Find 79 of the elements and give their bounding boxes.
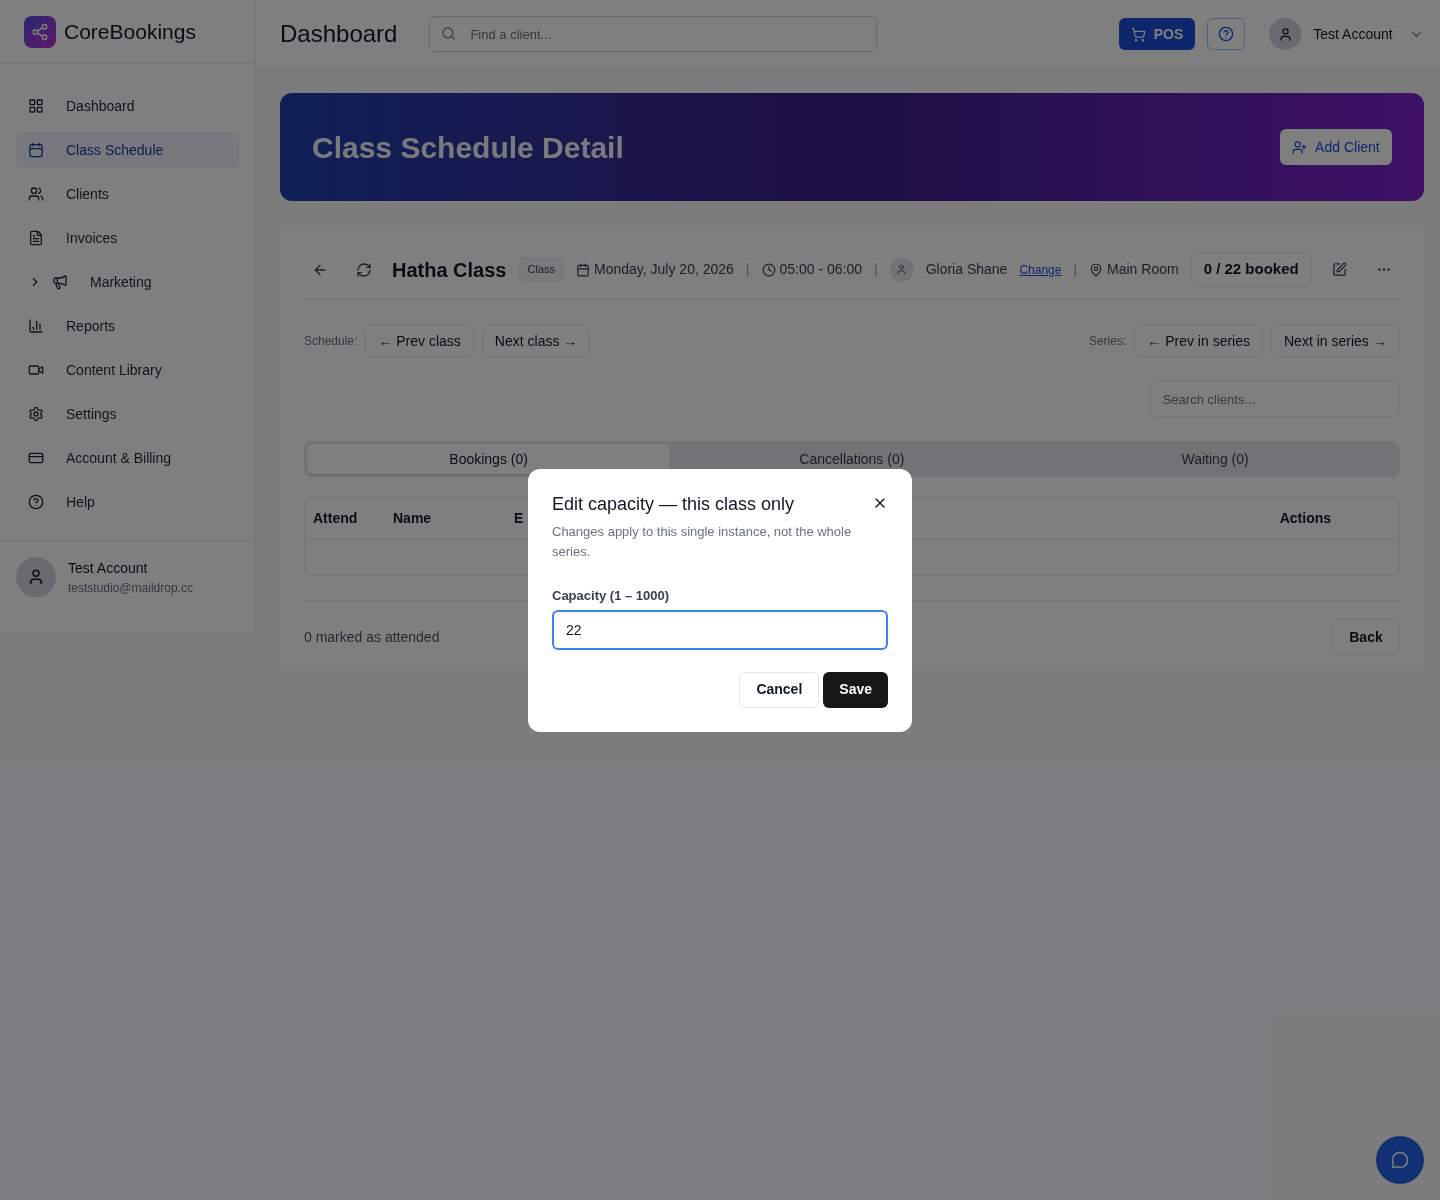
- next-in-series-button[interactable]: Next in series →: [1271, 325, 1400, 357]
- sidebar-item[interactable]: Help: [16, 484, 239, 520]
- account-menu[interactable]: Test Account: [1313, 23, 1424, 45]
- change-link[interactable]: Change: [1019, 260, 1062, 279]
- column-header: Attend: [313, 508, 359, 528]
- calendar-icon: [28, 142, 44, 158]
- booked-count: 0 / 22 booked: [1190, 252, 1312, 287]
- bar-chart-icon: [28, 318, 44, 334]
- tab[interactable]: Waiting (0): [1033, 444, 1397, 474]
- capacity-label: Capacity (1 – 1000): [552, 587, 671, 605]
- tab[interactable]: Cancellations (0): [670, 444, 1034, 474]
- video-camera-icon: [28, 362, 44, 378]
- user-email: teststudio@maildrop.cc: [68, 579, 193, 597]
- column-header: E: [514, 508, 525, 528]
- edit-icon: [1332, 262, 1348, 277]
- sidebar-item[interactable]: Clients: [16, 176, 239, 212]
- instructor-avatar-icon: [889, 257, 914, 282]
- class-name: Hatha Class: [392, 257, 507, 283]
- column-header: Name: [393, 508, 433, 528]
- users-icon: [28, 186, 44, 202]
- avatar-icon: [16, 557, 56, 597]
- sidebar-item[interactable]: Invoices: [16, 220, 239, 256]
- dialog-description: Changes apply to this single instance, not the whole series.: [552, 523, 853, 561]
- search-field[interactable]: Find a client...: [429, 16, 878, 52]
- class-date: Monday, July 20, 2026: [594, 260, 734, 279]
- sidebar-item[interactable]: Marketing: [16, 264, 239, 300]
- room-name: Main Room: [1107, 260, 1179, 279]
- refresh-icon: [356, 261, 372, 278]
- sidebar-item[interactable]: Settings: [16, 396, 239, 432]
- pos-button[interactable]: POS: [1118, 18, 1196, 50]
- back-button[interactable]: Back: [1332, 619, 1400, 655]
- search-icon: [441, 26, 457, 41]
- help-icon: [1218, 26, 1235, 42]
- sidebar-item[interactable]: Content Library: [16, 352, 239, 388]
- help-icon: [28, 494, 44, 510]
- next-class-button[interactable]: Next class →: [481, 325, 591, 357]
- settings-icon: [28, 406, 44, 422]
- grid-icon: [28, 98, 44, 114]
- sidebar-item[interactable]: Reports: [16, 308, 239, 344]
- user-name: Test Account: [68, 558, 149, 578]
- chat-icon: [1391, 1151, 1409, 1169]
- avatar-icon[interactable]: [1269, 18, 1302, 50]
- sidebar-item[interactable]: Account & Billing: [16, 440, 239, 476]
- column-header: Actions: [1279, 508, 1333, 528]
- megaphone-icon: [52, 274, 68, 290]
- cart-icon: [1130, 26, 1146, 42]
- help-button[interactable]: [1207, 18, 1246, 50]
- chat-button[interactable]: [1376, 1136, 1424, 1184]
- brand-name: CoreBookings: [64, 18, 196, 45]
- class-time: 05:00 - 06:00: [779, 260, 862, 279]
- prev-in-series-button[interactable]: ← Prev in series: [1134, 325, 1263, 357]
- tab[interactable]: Bookings (0): [307, 444, 671, 474]
- dialog-title: Edit capacity — this class only: [552, 493, 795, 516]
- logo-icon: [24, 15, 56, 48]
- schedule-label: Schedule:: [304, 333, 358, 350]
- series-label: Series:: [1088, 333, 1127, 350]
- cancel-button[interactable]: Cancel: [739, 671, 820, 708]
- sidebar-item[interactable]: Class Schedule: [16, 132, 239, 168]
- instructor-name: Gloria Shane: [925, 260, 1008, 279]
- calendar-icon: [576, 262, 590, 277]
- capacity-field[interactable]: 22: [552, 609, 888, 650]
- separator: |: [745, 260, 750, 279]
- attended-count: 0 marked as attended: [304, 627, 440, 647]
- document-icon: [28, 230, 44, 246]
- save-button[interactable]: Save: [823, 671, 888, 708]
- credit-card-icon: [28, 450, 44, 466]
- page-title: Dashboard: [280, 19, 398, 49]
- sidebar-item[interactable]: Dashboard: [16, 88, 239, 124]
- class-type-tag: Class: [518, 258, 564, 281]
- separator: |: [874, 260, 878, 279]
- location-pin-icon: [1089, 262, 1104, 277]
- add-user-icon: [1292, 139, 1308, 155]
- client-search-field[interactable]: Search clients...: [1149, 381, 1400, 417]
- add-client-button[interactable]: Add Client: [1280, 129, 1392, 165]
- more-icon: [1377, 268, 1390, 271]
- banner-title: Class Schedule Detail: [312, 129, 624, 166]
- clock-icon: [761, 262, 776, 277]
- separator: |: [1073, 260, 1078, 279]
- prev-class-button[interactable]: ← Prev class: [365, 325, 474, 357]
